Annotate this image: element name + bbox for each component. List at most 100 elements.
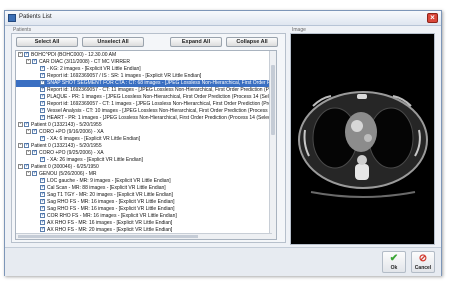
tree-row[interactable]: HEART - PR: 1 images - [JPEG Lossless No…	[16, 114, 277, 122]
tree-row-label: BOHC^PDI (BOHC000) - 12.30.00 AM	[31, 52, 117, 58]
tree-checkbox[interactable]	[40, 135, 45, 142]
tree-expander-icon[interactable]: -	[26, 171, 31, 177]
tree-row[interactable]: - GENOU (5/26/2006) - MR	[16, 170, 276, 178]
tree-row[interactable]: COR RHO FS - MR: 16 images - [Explicit V…	[16, 212, 276, 220]
expand-all-button[interactable]: Expand All	[170, 37, 222, 47]
tree-expander-icon[interactable]: -	[18, 164, 23, 170]
patients-list-window: Patients List × Patients Image Select Al…	[4, 10, 442, 276]
scrollbar-thumb[interactable]	[271, 65, 275, 135]
tree-expander-icon[interactable]: -	[18, 143, 23, 149]
tree-row[interactable]: - BOHC^PDI (BOHC000) - 12.30.00 AM	[16, 51, 276, 59]
tree-row[interactable]: Vessel Analysis - CT: 10 images - [JPEG …	[16, 107, 277, 115]
tree-row[interactable]: LOC gauche - MR: 9 images - [Explicit VR…	[16, 177, 276, 185]
ct-scan-image	[291, 34, 434, 244]
unselect-all-button[interactable]: Unselect All	[82, 37, 144, 47]
tree-checkbox[interactable]	[40, 226, 45, 233]
tree-row-label: - KG: 2 images - [Explicit VR Little End…	[47, 66, 141, 72]
tree-checkbox[interactable]	[40, 205, 45, 212]
tree-row-label: Report id: 1692369057 - CT: 1 images - […	[47, 101, 277, 107]
tree-row[interactable]: Report id: 1692369057 - CT: 1 images - […	[16, 100, 277, 108]
tree-checkbox[interactable]	[40, 198, 45, 205]
tree-checkbox[interactable]	[40, 79, 45, 86]
tree-row[interactable]: - CAR DIAC (3/11/2008) - CT MC VIRRER	[16, 58, 276, 66]
tree-checkbox[interactable]	[40, 219, 45, 226]
collapse-all-button[interactable]: Collapse All	[226, 37, 278, 47]
tree-expander-icon[interactable]: -	[18, 52, 23, 58]
tree-row-label: Report id: 1692369057 / IS : SR: 1 image…	[47, 73, 202, 79]
tree-checkbox[interactable]	[40, 212, 45, 219]
tree-row-label: CAR DIAC (3/11/2008) - CT MC VIRRER	[39, 59, 130, 65]
tree-row[interactable]: PLAQUE - PR: 1 images - [JPEG Lossless N…	[16, 93, 276, 101]
tree-row[interactable]: Sag RHO FS - MR: 16 images - [Explicit V…	[16, 205, 276, 213]
window-title: Patients List	[19, 14, 52, 20]
cancel-button[interactable]: ⊘ Cancel	[411, 251, 435, 273]
tree-checkbox[interactable]	[32, 128, 37, 135]
tree-row-label: Vessel Analysis - CT: 10 images - [JPEG …	[47, 108, 277, 114]
tree-row[interactable]: Report id: 1692369057 - CT: 11 images - …	[16, 86, 276, 94]
close-button[interactable]: ×	[427, 13, 438, 23]
tree-checkbox[interactable]	[32, 149, 37, 156]
tree-row-label: Sag RHO FS - MR: 16 images - [Explicit V…	[47, 206, 175, 212]
tree-row-label: CORO +PO (9/25/2006) - XA	[39, 150, 104, 156]
tree-checkbox[interactable]	[24, 142, 29, 149]
tree-checkbox[interactable]	[40, 184, 45, 191]
tree-checkbox[interactable]	[40, 65, 45, 72]
tree-row[interactable]: - CORO +PO (9/25/2006) - XA	[16, 149, 276, 157]
patients-tree[interactable]: AX RHO FS - MR: 20 images - [Explicit VR…	[15, 50, 277, 240]
tree-checkbox[interactable]	[40, 156, 45, 163]
tree-checkbox[interactable]	[32, 170, 37, 177]
title-bar[interactable]: Patients List ×	[5, 11, 441, 26]
tree-row[interactable]: SNAP SHOT SEGMENT FOR CTA : CT: 68 image…	[16, 79, 277, 87]
tree-row-label: - XA: 26 images - [Explicit VR Little En…	[47, 157, 143, 163]
tree-checkbox[interactable]	[40, 191, 45, 198]
select-all-button[interactable]: Select All	[16, 37, 78, 47]
tree-row-label: AX RHO FS - MR: 16 images - [Explicit VR…	[47, 220, 173, 226]
tree-row[interactable]: Sag T1 TGY - MR: 20 images - [Explicit V…	[16, 191, 276, 199]
tree-checkbox[interactable]	[40, 86, 45, 93]
tree-expander-icon[interactable]: -	[18, 122, 23, 128]
image-preview	[290, 33, 435, 245]
tree-checkbox[interactable]	[40, 93, 45, 100]
dialog-footer: ✔ Ok ⊘ Cancel	[5, 247, 441, 276]
tree-row-label: Report id: 1692369057 - CT: 11 images - …	[47, 87, 276, 93]
scrollbar-thumb[interactable]	[18, 235, 198, 238]
tree-horizontal-scrollbar[interactable]	[16, 233, 272, 239]
tree-checkbox[interactable]	[24, 121, 29, 128]
tree-expander-icon[interactable]: -	[26, 59, 31, 65]
tree-checkbox[interactable]	[24, 51, 29, 58]
tree-vertical-scrollbar[interactable]	[269, 51, 276, 239]
tree-checkbox[interactable]	[24, 163, 29, 170]
tree-row-label: Patient 0 (300046) - 6/25/1950	[31, 164, 99, 170]
tree-row[interactable]: AX RHO FS - MR: 16 images - [Explicit VR…	[16, 219, 276, 227]
tree-checkbox[interactable]	[40, 107, 45, 114]
tree-checkbox[interactable]	[40, 114, 45, 121]
tree-row[interactable]: - Patient 0 (300046) - 6/25/1950	[16, 163, 276, 171]
tree-row[interactable]: - CORO +PO (9/16/2006) - XA	[16, 128, 276, 136]
app-icon	[8, 14, 16, 22]
tree-row-label: HEART - PR: 1 images - [JPEG Lossless No…	[47, 115, 277, 121]
tree-checkbox[interactable]	[32, 58, 37, 65]
tree-row-label: LOC gauche - MR: 9 images - [Explicit VR…	[47, 178, 171, 184]
tree-row-label: SNAP SHOT SEGMENT FOR CTA : CT: 68 image…	[47, 80, 277, 86]
tree-expander-icon[interactable]: -	[26, 129, 31, 135]
tree-row[interactable]: Report id: 1692369057 / IS : SR: 1 image…	[16, 72, 276, 80]
tree-row[interactable]: - XA: 6 images - [Explicit VR Little End…	[16, 135, 276, 143]
tree-row[interactable]: - XA: 26 images - [Explicit VR Little En…	[16, 156, 276, 164]
tree-expander-icon[interactable]: -	[26, 150, 31, 156]
tree-row[interactable]: Cal Scan - MR: 88 images - [Explicit VR …	[16, 184, 276, 192]
check-icon: ✔	[389, 253, 399, 264]
tree-checkbox[interactable]	[40, 72, 45, 79]
tree-checkbox[interactable]	[40, 177, 45, 184]
tree-checkbox[interactable]	[40, 100, 45, 107]
tree-row[interactable]: - Patient 0 (1332143) - 5/20/1955	[16, 142, 276, 150]
tree-row-label: - XA: 6 images - [Explicit VR Little End…	[47, 136, 141, 142]
cancel-label: Cancel	[414, 265, 432, 271]
tree-row-label: COR RHO FS - MR: 16 images - [Explicit V…	[47, 213, 177, 219]
cancel-icon: ⊘	[418, 253, 428, 264]
patients-panel: Select All Unselect All Expand All Colla…	[11, 33, 286, 243]
tree-row[interactable]: - Patient 0 (1332143) - 5/20/1955	[16, 121, 276, 129]
ok-button[interactable]: ✔ Ok	[382, 251, 406, 273]
tree-row[interactable]: Sag RHO FS - MR: 16 images - [Explicit V…	[16, 198, 276, 206]
tree-row-label: GENOU (5/26/2006) - MR	[39, 171, 97, 177]
tree-row[interactable]: - KG: 2 images - [Explicit VR Little End…	[16, 65, 276, 73]
